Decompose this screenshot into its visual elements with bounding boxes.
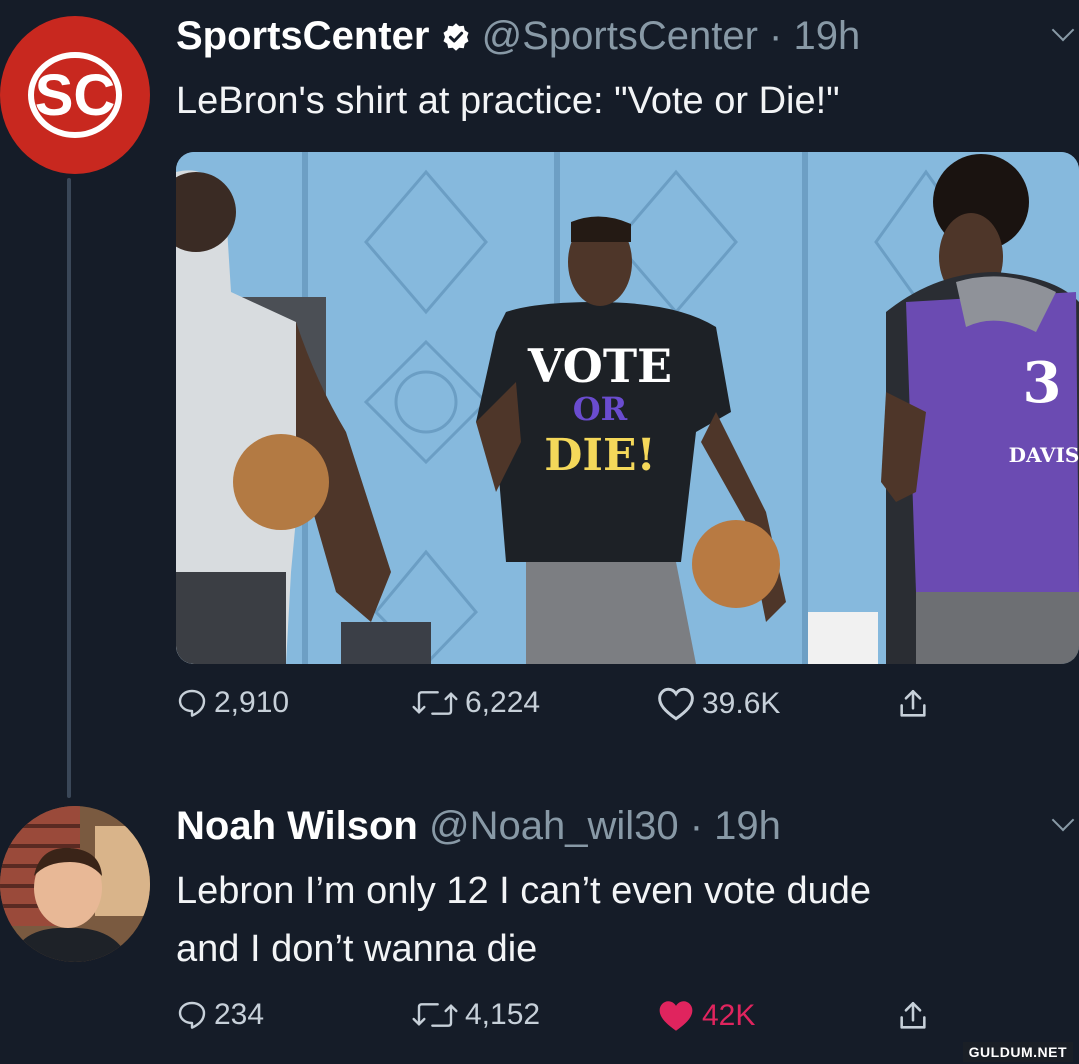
reply-icon xyxy=(178,1001,206,1029)
chevron-down-icon[interactable] xyxy=(1051,18,1075,42)
jersey-name: DAVIS xyxy=(1009,443,1079,467)
watermark: GULDUM.NET xyxy=(962,1042,1073,1062)
reply-text-line-2: and I don’t wanna die xyxy=(176,928,538,970)
tweet-action-bar: 2,910 6,224 39.6K xyxy=(176,686,976,746)
heart-icon xyxy=(659,1001,693,1031)
shirt-text-die: DIE! xyxy=(544,430,656,481)
author-handle[interactable]: @SportsCenter xyxy=(482,14,758,58)
reply-count: 2,910 xyxy=(214,686,290,719)
reply-button[interactable]: 234 xyxy=(176,998,264,1032)
retweet-button[interactable]: 6,224 xyxy=(411,686,540,720)
shirt-text-vote: VOTE xyxy=(527,339,672,393)
sportscenter-avatar[interactable]: SC xyxy=(0,16,150,174)
reply-button[interactable]: 2,910 xyxy=(176,686,289,720)
reply-text: Lebron I’m only 12 I can’t even vote dud… xyxy=(176,862,871,978)
sportscenter-logo-text: SC xyxy=(35,63,116,128)
heart-icon xyxy=(658,687,694,721)
verified-badge-icon xyxy=(443,23,469,51)
noah-wilson-photo xyxy=(0,806,150,962)
share-button[interactable] xyxy=(896,686,930,722)
tweet-media-photo[interactable]: VOTE OR DIE! 3 DAVIS xyxy=(176,152,1079,664)
like-button-active[interactable]: 42K xyxy=(656,998,755,1034)
reply-author-line: Noah Wilson @Noah_wil30 · 19h xyxy=(176,804,781,849)
noah-wilson-avatar[interactable] xyxy=(0,806,150,962)
sportscenter-logo: SC xyxy=(28,52,122,138)
like-button[interactable]: 39.6K xyxy=(656,686,780,722)
reply-display-name[interactable]: Noah Wilson xyxy=(176,804,418,848)
reply-handle[interactable]: @Noah_wil30 xyxy=(429,804,679,848)
reply-action-bar: 234 4,152 42K xyxy=(176,998,976,1058)
like-count: 42K xyxy=(702,999,756,1032)
share-icon xyxy=(900,1001,926,1029)
tweet-timestamp[interactable]: 19h xyxy=(793,14,860,58)
shirt-text-or: OR xyxy=(573,390,628,428)
practice-photo: VOTE OR DIE! 3 DAVIS xyxy=(176,152,1079,664)
thread-connector-line xyxy=(67,178,71,798)
retweet-count: 4,152 xyxy=(465,998,541,1031)
time-separator: · xyxy=(678,804,715,848)
tweet-text: LeBron's shirt at practice: "Vote or Die… xyxy=(176,80,840,122)
retweet-button[interactable]: 4,152 xyxy=(411,998,540,1032)
share-icon xyxy=(900,689,926,717)
reply-count: 234 xyxy=(214,998,265,1031)
retweet-icon xyxy=(412,1003,458,1027)
tweet-author-line: SportsCenter @SportsCenter · 19h xyxy=(176,14,860,59)
reply-text-line-1: Lebron I’m only 12 I can’t even vote dud… xyxy=(176,870,872,912)
reply-timestamp[interactable]: 19h xyxy=(714,804,781,848)
jersey-number: 3 xyxy=(1023,350,1062,416)
time-separator: · xyxy=(757,14,794,58)
like-count: 39.6K xyxy=(702,687,781,720)
author-display-name[interactable]: SportsCenter xyxy=(176,14,429,58)
chevron-down-icon[interactable] xyxy=(1051,808,1075,832)
retweet-icon xyxy=(412,691,458,715)
share-button[interactable] xyxy=(896,998,930,1034)
retweet-count: 6,224 xyxy=(465,686,541,719)
reply-icon xyxy=(178,689,206,717)
